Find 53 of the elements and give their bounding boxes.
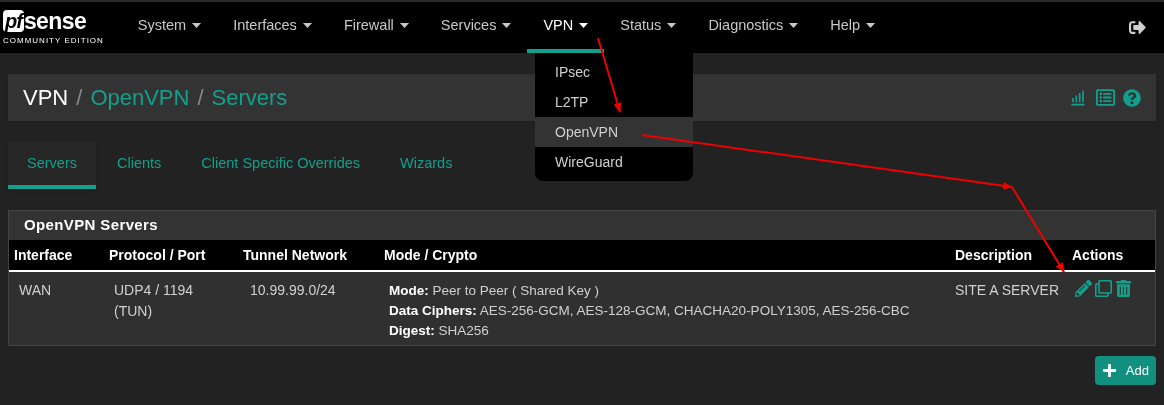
nav-menu[interactable]: Status bbox=[604, 2, 693, 53]
column-header: Description bbox=[955, 246, 1032, 263]
breadcrumb-link[interactable]: Servers bbox=[211, 81, 288, 114]
caret-icon bbox=[502, 23, 512, 28]
dropdown-item[interactable]: OpenVPN bbox=[535, 117, 693, 147]
crypto-line: Mode: Peer to Peer ( Shared Key ) bbox=[389, 282, 601, 300]
breadcrumb-text: VPN bbox=[23, 84, 69, 112]
help-icon[interactable] bbox=[1123, 88, 1141, 107]
table-cell: WAN bbox=[19, 282, 52, 298]
column-header: Actions bbox=[1072, 246, 1124, 263]
nav-menu[interactable]: System bbox=[121, 2, 218, 53]
tab[interactable]: Client Specific Overrides bbox=[182, 142, 380, 189]
panel-title: OpenVPN Servers bbox=[24, 215, 159, 236]
column-header: Mode / Crypto bbox=[384, 246, 478, 263]
column-header: Interface bbox=[14, 246, 73, 263]
breadcrumb-separator: / bbox=[197, 84, 204, 112]
nav-menu[interactable]: Diagnostics bbox=[692, 2, 815, 53]
caret-icon bbox=[579, 23, 589, 28]
caret-icon bbox=[192, 23, 202, 28]
list-icon[interactable] bbox=[1096, 88, 1115, 107]
table-cell: 10.99.99.0/24 bbox=[250, 282, 336, 298]
nav-menu[interactable]: Services bbox=[424, 2, 528, 53]
plus-icon bbox=[1101, 363, 1117, 378]
table-cell-text: (TUN) bbox=[114, 302, 154, 321]
dropdown-item[interactable]: IPsec bbox=[535, 57, 693, 87]
tab[interactable]: Clients bbox=[97, 142, 181, 189]
crypto-line: Data Ciphers: AES-256-GCM, AES-128-GCM, CHACHA20-POLY1305, AES-256-CBC bbox=[389, 302, 911, 320]
logout-icon[interactable] bbox=[1129, 19, 1146, 36]
table-cell-text: UDP4 / 1194 bbox=[114, 281, 195, 300]
logo-mark: pf bbox=[3, 10, 24, 32]
trash-icon[interactable] bbox=[1115, 280, 1132, 297]
column-header: Tunnel Network bbox=[243, 246, 347, 263]
dropdown-item[interactable]: WireGuard bbox=[535, 147, 693, 177]
caret-icon bbox=[302, 23, 312, 28]
dropdown-item[interactable]: L2TP bbox=[535, 87, 693, 117]
column-header: Protocol / Port bbox=[109, 246, 206, 263]
nav-menu[interactable]: Interfaces bbox=[217, 2, 328, 53]
caret-icon bbox=[667, 23, 677, 28]
caret-icon bbox=[866, 23, 876, 28]
caret-icon bbox=[789, 23, 799, 28]
nav-menu[interactable]: Help bbox=[814, 2, 892, 53]
nav-menu[interactable]: Firewall bbox=[327, 2, 425, 53]
copy-icon[interactable] bbox=[1095, 280, 1112, 297]
edit-icon[interactable] bbox=[1075, 280, 1092, 297]
breadcrumb-link[interactable]: OpenVPN bbox=[90, 81, 190, 114]
caret-icon bbox=[399, 23, 409, 28]
tab[interactable]: Servers bbox=[8, 142, 96, 189]
breadcrumb-separator: / bbox=[76, 84, 83, 112]
add-button[interactable]: Add bbox=[1094, 356, 1156, 385]
table-cell: SITE A SERVER bbox=[955, 282, 1059, 298]
tab[interactable]: Wizards bbox=[381, 142, 472, 189]
logo-edition: COMMUNITY EDITION bbox=[3, 36, 104, 46]
crypto-line: Digest: SHA256 bbox=[389, 322, 490, 340]
